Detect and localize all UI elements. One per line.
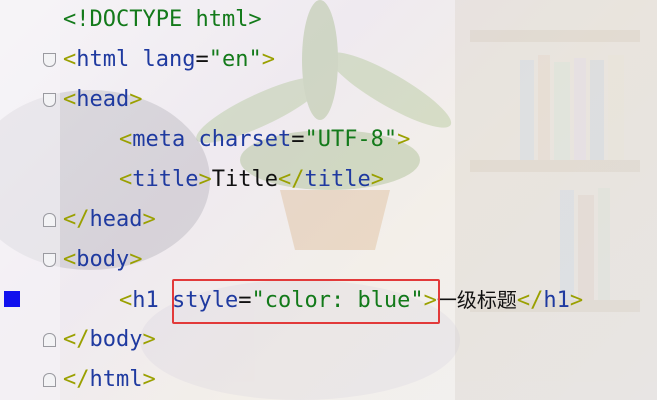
tag-name: title: [132, 167, 199, 192]
heading-text: 一级标题: [436, 288, 517, 312]
bracket: </: [63, 207, 90, 232]
bracket: </: [516, 288, 544, 313]
bracket: >: [142, 327, 156, 352]
code-line-4[interactable]: <meta charset="UTF-8">: [63, 120, 410, 160]
tag-name: html: [89, 367, 143, 392]
bracket: </: [63, 327, 90, 352]
code-line-10[interactable]: </html>: [63, 360, 156, 400]
tag-name: head: [89, 207, 143, 232]
bracket: </: [277, 167, 305, 192]
bracket: >: [129, 87, 143, 112]
fold-icon[interactable]: [43, 93, 56, 107]
fold-icon[interactable]: [43, 373, 56, 387]
tag-name: head: [76, 87, 130, 112]
bracket: </: [63, 367, 90, 392]
tag-name: h1: [132, 288, 159, 313]
tag-name: meta: [132, 127, 186, 152]
bracket: <: [63, 247, 77, 272]
attr-value: "UTF-8": [304, 127, 398, 152]
code-line-9[interactable]: </body>: [63, 320, 156, 360]
fold-icon[interactable]: [43, 53, 56, 67]
bracket: <: [119, 167, 133, 192]
bracket: >: [142, 367, 156, 392]
fold-icon[interactable]: [43, 213, 56, 227]
bracket: <: [119, 288, 133, 313]
title-text: Title: [211, 167, 278, 192]
fold-icon[interactable]: [43, 253, 56, 267]
code-line-7[interactable]: <body>: [63, 240, 142, 280]
tag-name: title: [304, 167, 371, 192]
doctype-text: <!DOCTYPE html>: [63, 7, 262, 32]
bracket: >: [142, 207, 156, 232]
code-line-6[interactable]: </head>: [63, 200, 156, 240]
bracket: <: [63, 87, 77, 112]
bookmark-marker-icon[interactable]: [4, 291, 20, 307]
fold-icon[interactable]: [43, 333, 56, 347]
tag-name: body: [76, 247, 130, 272]
highlight-box: [172, 279, 440, 324]
code-line-5[interactable]: <title>Title</title>: [63, 160, 384, 200]
bracket: <: [119, 127, 133, 152]
bracket: >: [198, 167, 212, 192]
equals: =: [195, 47, 209, 72]
code-line-2[interactable]: <html lang="en">: [63, 40, 275, 80]
bracket: <: [63, 47, 77, 72]
tag-name: h1: [543, 288, 570, 313]
code-line-3[interactable]: <head>: [63, 80, 142, 120]
bracket: >: [370, 167, 384, 192]
attr-value: "en": [208, 47, 262, 72]
tag-name: html: [76, 47, 130, 72]
attr-name: charset: [198, 127, 292, 152]
attr-name: lang: [142, 47, 196, 72]
bracket: >: [397, 127, 411, 152]
tag-name: body: [89, 327, 143, 352]
bracket: >: [261, 47, 275, 72]
bracket: >: [129, 247, 143, 272]
equals: =: [291, 127, 305, 152]
bracket: >: [569, 288, 584, 313]
code-line-1[interactable]: <!DOCTYPE html>: [63, 0, 262, 40]
